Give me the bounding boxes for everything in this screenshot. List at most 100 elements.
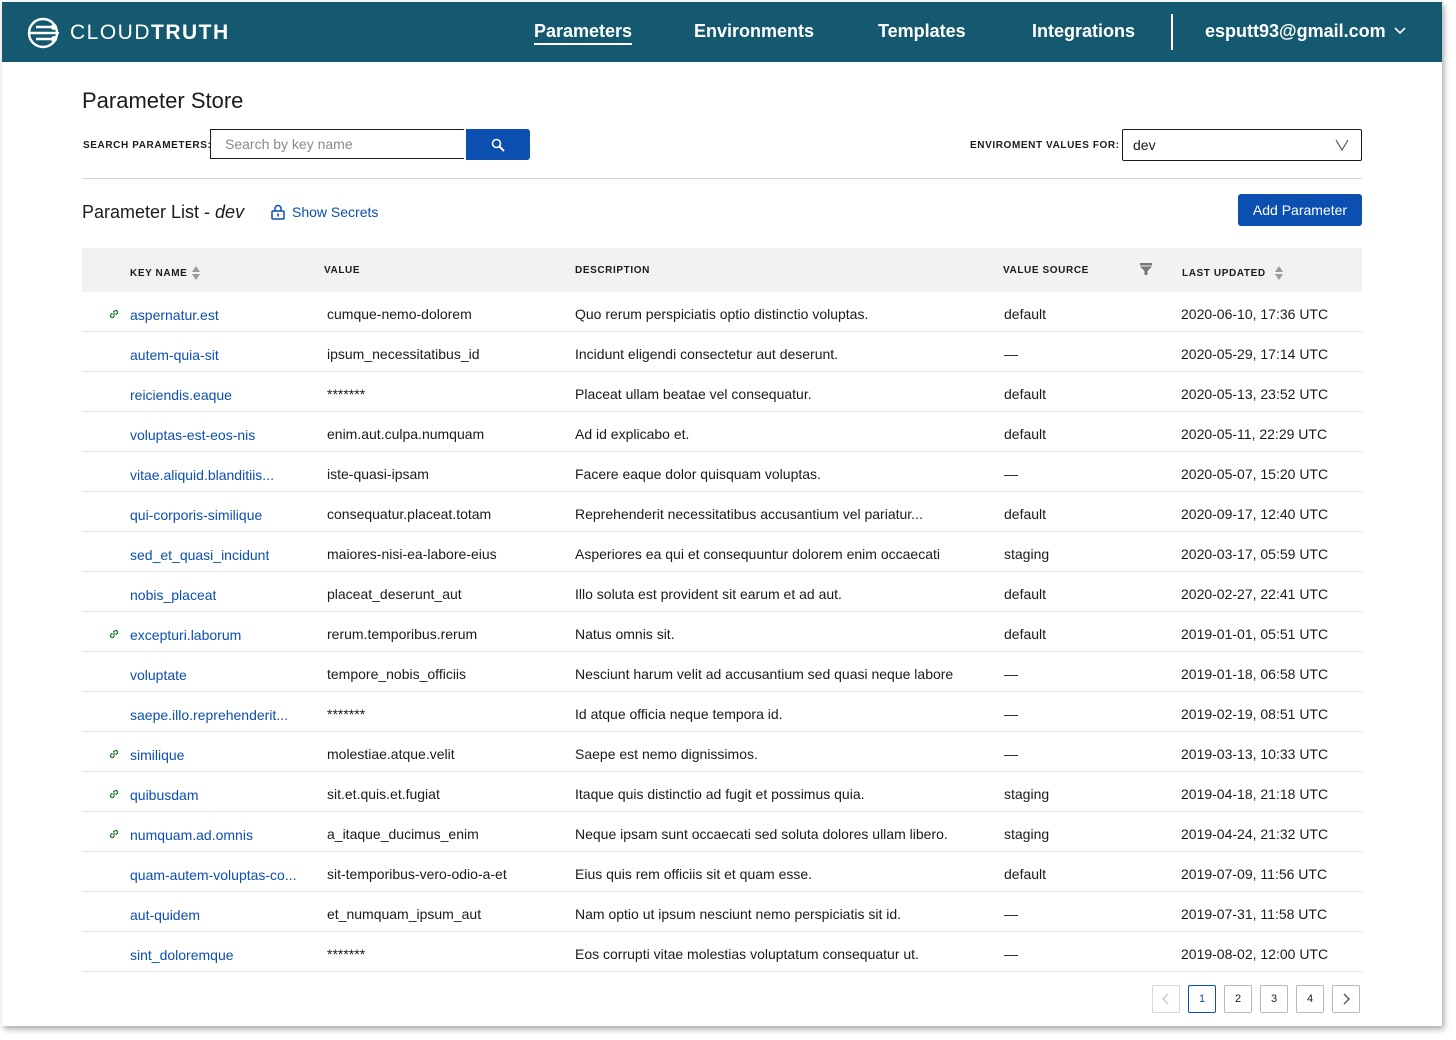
parameter-key-link[interactable]: sed_et_quasi_incidunt <box>130 546 269 564</box>
parameter-last-updated: 2019-01-18, 06:58 UTC <box>1181 666 1329 682</box>
nav-environments[interactable]: Environments <box>694 20 814 42</box>
parameter-description: Neque ipsam sunt occaecati sed soluta do… <box>575 826 948 842</box>
add-parameter-button[interactable]: Add Parameter <box>1238 194 1362 226</box>
parameter-key-link[interactable]: quibusdam <box>130 786 199 804</box>
parameter-last-updated: 2019-07-09, 11:56 UTC <box>1181 866 1328 882</box>
parameter-value: ******* <box>327 386 366 402</box>
table-row[interactable]: qui-corporis-similique consequatur.placea… <box>82 492 1362 532</box>
parameter-description: Incidunt eligendi consectetur aut deseru… <box>575 346 839 362</box>
parameter-description: Ad id explicabo et. <box>575 426 690 442</box>
parameter-description: Reprehenderit necessitatibus accusantium… <box>575 506 923 522</box>
parameter-value: enim.aut.culpa.numquam <box>327 426 485 442</box>
search-button[interactable] <box>466 129 530 160</box>
cloudtruth-logo[interactable]: CLOUDTRUTH <box>26 16 230 50</box>
parameter-value-source: — <box>1004 466 1018 482</box>
pagination-page-3[interactable]: 3 <box>1260 985 1288 1013</box>
parameter-key-link[interactable]: excepturi.laborum <box>130 626 241 644</box>
table-row[interactable]: similique molestiae.atque.velit Saepe est … <box>82 732 1362 772</box>
parameter-last-updated: 2019-04-18, 21:18 UTC <box>1181 786 1329 802</box>
pagination-page-1[interactable]: 1 <box>1188 985 1216 1013</box>
header-divider <box>82 178 1362 179</box>
parameter-description: Natus omnis sit. <box>575 626 675 642</box>
column-header-description: DESCRIPTION <box>575 265 650 276</box>
filter-icon[interactable] <box>1140 263 1152 275</box>
parameter-key-link[interactable]: aspernatur.est <box>130 306 219 324</box>
column-header-key[interactable]: KEY NAME <box>130 265 201 281</box>
parameter-key-link[interactable]: similique <box>130 746 184 764</box>
parameter-value-source: — <box>1004 346 1018 362</box>
table-row[interactable]: voluptate tempore_nobis_officiis Nesciunt … <box>82 652 1362 692</box>
sort-icon[interactable] <box>191 265 201 281</box>
parameter-description: Id atque officia neque tempora id. <box>575 706 783 722</box>
parameter-key-link[interactable]: voluptas-est-eos-nis <box>130 426 255 444</box>
parameter-key-link[interactable]: aut-quidem <box>130 906 200 924</box>
parameter-value: a_itaque_ducimus_enim <box>327 826 479 842</box>
column-header-updated[interactable]: LAST UPDATED <box>1182 265 1284 281</box>
parameter-value: ******* <box>327 706 366 722</box>
table-row[interactable]: aut-quidem et_numquam_ipsum_aut Nam optio … <box>82 892 1362 932</box>
table-row[interactable]: sint_doloremque ******* Eos corrupti vitae… <box>82 932 1362 972</box>
nav-parameters[interactable]: Parameters <box>534 20 633 45</box>
link-icon <box>108 746 120 764</box>
parameter-value: ******* <box>327 946 366 962</box>
parameter-table-body: aspernatur.est cumque-nemo-dolorem Quo rer… <box>82 292 1362 972</box>
show-secrets-toggle[interactable]: Show Secrets <box>270 204 378 220</box>
pagination-prev-button[interactable] <box>1152 985 1180 1013</box>
table-row[interactable]: excepturi.laborum rerum.temporibus.rerum N… <box>82 612 1362 652</box>
parameter-last-updated: 2019-07-31, 11:58 UTC <box>1181 906 1328 922</box>
nav-templates[interactable]: Templates <box>878 20 966 42</box>
parameter-last-updated: 2019-03-13, 10:33 UTC <box>1181 746 1329 762</box>
table-row[interactable]: nobis_placeat placeat_deserunt_aut Illo so… <box>82 572 1362 612</box>
table-row[interactable]: voluptas-est-eos-nis enim.aut.culpa.numqu… <box>82 412 1362 452</box>
search-input[interactable] <box>210 129 464 159</box>
parameter-value: iste-quasi-ipsam <box>327 466 429 482</box>
parameter-value-source: default <box>1004 626 1047 642</box>
table-row[interactable]: quam-autem-voluptas-co... sit-temporibus-… <box>82 852 1362 892</box>
parameter-value-source: — <box>1004 746 1018 762</box>
table-row[interactable]: vitae.aliquid.blanditiis... iste-quasi-ip… <box>82 452 1362 492</box>
sort-icon[interactable] <box>1274 265 1284 281</box>
parameter-last-updated: 2019-08-02, 12:00 UTC <box>1181 946 1329 962</box>
parameter-key-link[interactable]: reiciendis.eaque <box>130 386 232 404</box>
parameter-key-link[interactable]: nobis_placeat <box>130 586 216 604</box>
page-title: Parameter Store <box>82 88 244 113</box>
parameter-description: Nam optio ut ipsum nesciunt nemo perspic… <box>575 906 902 922</box>
parameter-key-link[interactable]: autem-quia-sit <box>130 346 219 364</box>
lock-icon <box>271 204 285 220</box>
parameter-value: molestiae.atque.velit <box>327 746 455 762</box>
table-row[interactable]: reiciendis.eaque ******* Placeat ullam bea… <box>82 372 1362 412</box>
list-title-env: dev <box>215 202 245 222</box>
parameter-key-link[interactable]: sint_doloremque <box>130 946 234 964</box>
environment-select[interactable]: dev <box>1122 129 1362 161</box>
parameter-key-link[interactable]: qui-corporis-similique <box>130 506 262 524</box>
table-row[interactable]: aspernatur.est cumque-nemo-dolorem Quo rer… <box>82 292 1362 332</box>
table-row[interactable]: saepe.illo.reprehenderit... ******* Id atq… <box>82 692 1362 732</box>
pagination-page-2[interactable]: 2 <box>1224 985 1252 1013</box>
environment-select-value: dev <box>1133 137 1156 153</box>
table-row[interactable]: autem-quia-sit ipsum_necessitatibus_id Inc… <box>82 332 1362 372</box>
parameter-value: et_numquam_ipsum_aut <box>327 906 482 922</box>
table-row[interactable]: quibusdam sit.et.quis.et.fugiat Itaque qui… <box>82 772 1362 812</box>
nav-integrations[interactable]: Integrations <box>1032 20 1135 42</box>
chevron-right-icon <box>1343 993 1350 1005</box>
logo-wordmark: CLOUDTRUTH <box>70 17 230 49</box>
top-navigation-bar: CLOUDTRUTH Parameters Environments Templ… <box>2 2 1442 62</box>
parameter-last-updated: 2020-02-27, 22:41 UTC <box>1181 586 1329 602</box>
user-menu[interactable]: esputt93@gmail.com <box>1205 20 1406 42</box>
parameter-value: consequatur.placeat.totam <box>327 506 492 522</box>
parameter-last-updated: 2019-02-19, 08:51 UTC <box>1181 706 1329 722</box>
table-row[interactable]: numquam.ad.omnis a_itaque_ducimus_enim Neq… <box>82 812 1362 852</box>
parameter-key-link[interactable]: saepe.illo.reprehenderit... <box>130 706 288 724</box>
parameter-key-link[interactable]: voluptate <box>130 666 187 684</box>
parameter-description: Nesciunt harum velit ad accusantium sed … <box>575 666 954 682</box>
pagination-page-4[interactable]: 4 <box>1296 985 1324 1013</box>
parameter-key-link[interactable]: vitae.aliquid.blanditiis... <box>130 466 274 484</box>
parameter-value: sit-temporibus-vero-odio-a-et <box>327 866 507 882</box>
parameter-last-updated: 2020-09-17, 12:40 UTC <box>1181 506 1329 522</box>
table-row[interactable]: sed_et_quasi_incidunt maiores-nisi-ea-lab… <box>82 532 1362 572</box>
link-icon <box>108 626 120 644</box>
parameter-key-link[interactable]: quam-autem-voluptas-co... <box>130 866 297 884</box>
pagination-next-button[interactable] <box>1332 985 1360 1013</box>
parameter-last-updated: 2020-05-29, 17:14 UTC <box>1181 346 1329 362</box>
parameter-key-link[interactable]: numquam.ad.omnis <box>130 826 253 844</box>
